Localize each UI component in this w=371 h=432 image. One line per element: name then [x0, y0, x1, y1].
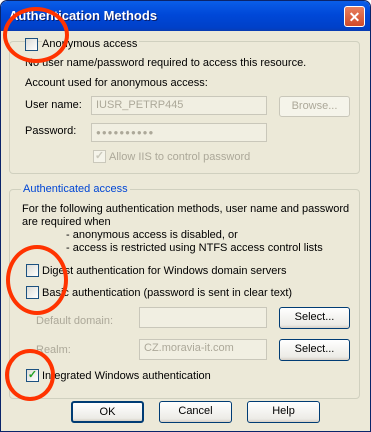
- annotation-circle: [5, 349, 55, 401]
- integrated-windows-auth-label[interactable]: Integrated Windows authentication: [42, 370, 211, 382]
- select-realm-button[interactable]: Select...: [279, 339, 350, 361]
- auth-description-line1: For the following authentication methods…: [22, 203, 350, 215]
- realm-field[interactable]: CZ.moravia-it.com: [139, 339, 267, 360]
- cancel-button[interactable]: Cancel: [159, 401, 232, 423]
- default-domain-field[interactable]: [139, 307, 267, 328]
- username-field[interactable]: IUSR_PETRP445: [91, 96, 267, 115]
- auth-description-line3: - anonymous access is disabled, or: [66, 229, 238, 241]
- password-label: Password:: [25, 125, 77, 137]
- default-domain-label: Default domain:: [36, 315, 114, 327]
- auth-description-line4: - access is restricted using NTFS access…: [66, 242, 323, 254]
- password-field[interactable]: ●●●●●●●●●●: [91, 123, 267, 142]
- anonymous-description: No user name/password required to access…: [25, 57, 307, 69]
- ok-button[interactable]: OK: [71, 401, 144, 423]
- annotation-circle: [3, 7, 69, 63]
- annotation-circle: [6, 245, 68, 315]
- authenticated-access-legend: Authenticated access: [21, 183, 130, 195]
- account-caption: Account used for anonymous access:: [25, 77, 208, 89]
- close-icon: ✕: [348, 9, 361, 25]
- browse-button[interactable]: Browse...: [279, 96, 350, 117]
- username-label: User name:: [25, 99, 82, 111]
- digest-auth-label[interactable]: Digest authentication for Windows domain…: [42, 265, 287, 277]
- basic-auth-label[interactable]: Basic authentication (password is sent i…: [42, 287, 292, 299]
- auth-description-line2: are required when: [22, 216, 111, 228]
- allow-iis-checkbox[interactable]: ✓: [93, 150, 106, 163]
- close-button[interactable]: ✕: [344, 6, 365, 27]
- select-default-domain-button[interactable]: Select...: [279, 307, 350, 329]
- check-icon: ✓: [94, 150, 105, 162]
- dialog-window: Authentication Methods ✕ Anonymous acces…: [0, 0, 371, 432]
- allow-iis-label[interactable]: Allow IIS to control password: [109, 151, 250, 163]
- help-button[interactable]: Help: [247, 401, 320, 423]
